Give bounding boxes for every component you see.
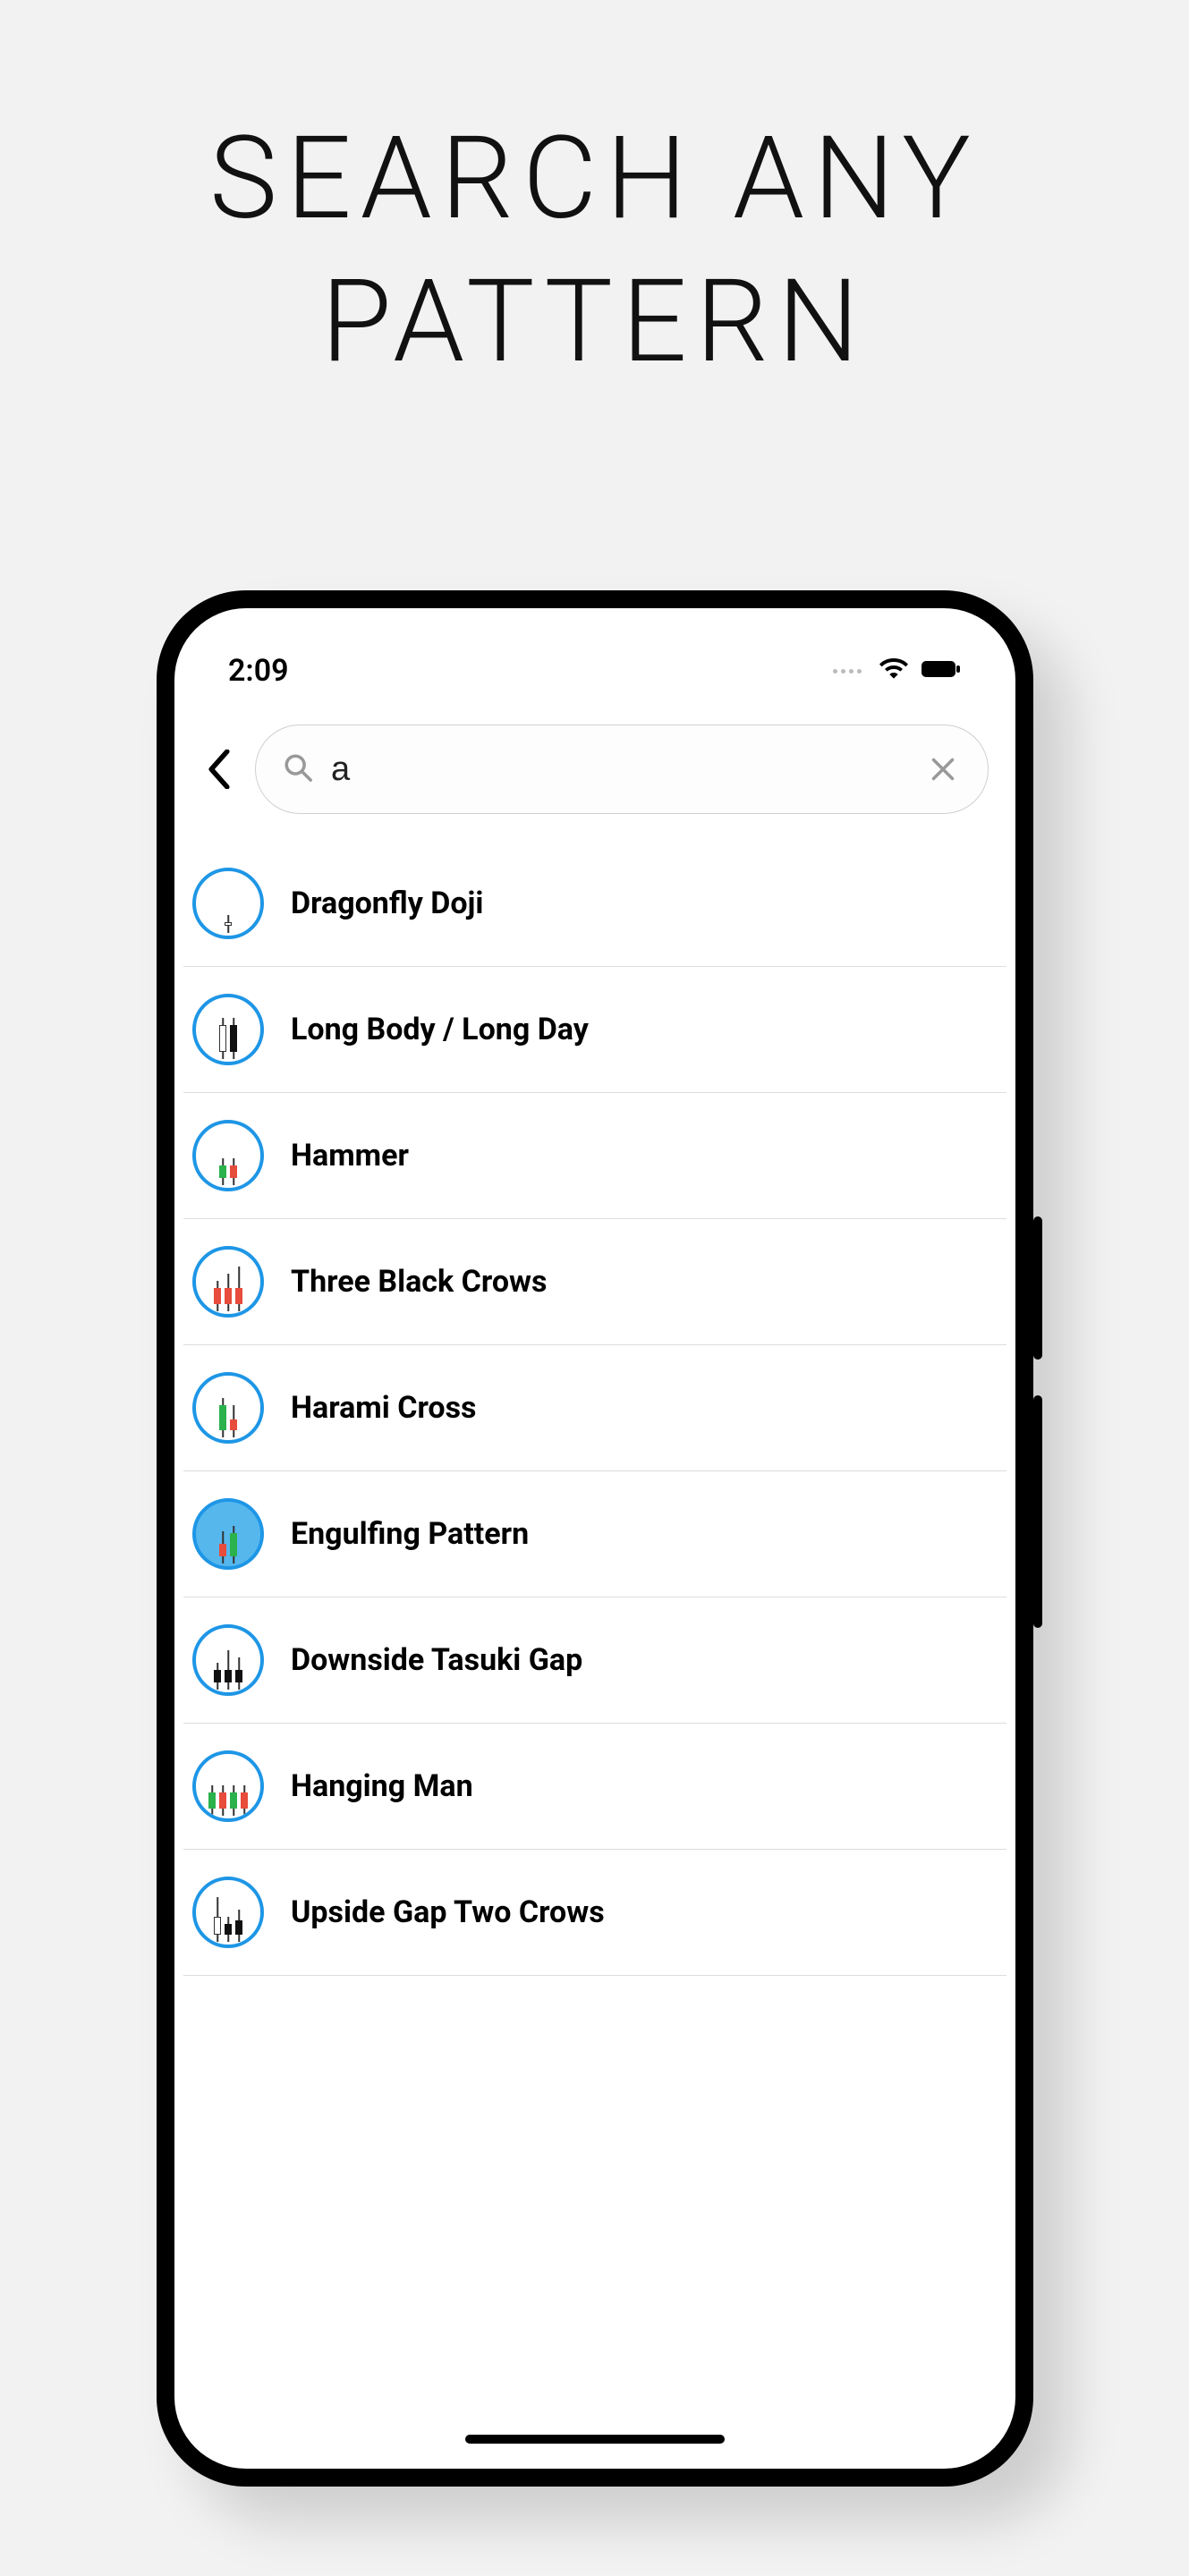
hammer-icon <box>192 1120 264 1191</box>
list-item-label: Hammer <box>291 1138 409 1174</box>
headline-line-2: PATTERN <box>0 250 1189 394</box>
list-item-label: Engulfing Pattern <box>291 1516 529 1552</box>
engulfing-icon <box>192 1498 264 1570</box>
list-item[interactable]: Engulfing Pattern <box>183 1471 1006 1597</box>
list-item-label: Long Body / Long Day <box>291 1012 589 1047</box>
battery-icon <box>921 658 962 683</box>
promo-headline: SEARCH ANY PATTERN <box>0 107 1189 394</box>
upside-gap-two-crows-icon <box>192 1877 264 1948</box>
list-item-label: Upside Gap Two Crows <box>291 1894 605 1930</box>
chevron-left-icon <box>207 750 232 789</box>
search-row <box>174 707 1015 832</box>
status-time: 2:09 <box>228 653 289 689</box>
three-black-crows-icon <box>192 1246 264 1318</box>
list-item[interactable]: Long Body / Long Day <box>183 967 1006 1093</box>
list-item-label: Harami Cross <box>291 1390 477 1426</box>
harami-cross-icon <box>192 1372 264 1444</box>
list-item[interactable]: Harami Cross <box>183 1345 1006 1471</box>
search-input[interactable] <box>331 750 907 789</box>
list-item[interactable]: Hammer <box>183 1093 1006 1219</box>
search-icon <box>283 752 313 786</box>
headline-line-1: SEARCH ANY <box>0 107 1189 250</box>
wifi-icon <box>879 655 908 687</box>
list-item[interactable]: Dragonfly Doji <box>183 841 1006 967</box>
tasuki-gap-icon <box>192 1624 264 1696</box>
phone-screen: 2:09 <box>174 608 1015 2469</box>
home-indicator <box>465 2435 725 2444</box>
list-item-label: Dragonfly Doji <box>291 886 483 921</box>
close-icon <box>930 757 955 782</box>
long-body-icon <box>192 994 264 1065</box>
status-bar: 2:09 <box>174 608 1015 707</box>
list-item[interactable]: Three Black Crows <box>183 1219 1006 1345</box>
back-button[interactable] <box>192 738 246 801</box>
list-item-label: Hanging Man <box>291 1768 473 1804</box>
dragonfly-doji-icon <box>192 868 264 939</box>
list-item[interactable]: Upside Gap Two Crows <box>183 1850 1006 1976</box>
signal-icon <box>833 669 862 674</box>
list-item-label: Downside Tasuki Gap <box>291 1642 582 1678</box>
clear-search-button[interactable] <box>925 751 961 787</box>
results-list: Dragonfly Doji Long Body / Long Day Hammer… <box>174 832 1015 1976</box>
status-icons <box>833 655 962 687</box>
hanging-man-icon <box>192 1750 264 1822</box>
phone-frame: 2:09 <box>157 590 1033 2487</box>
list-item[interactable]: Downside Tasuki Gap <box>183 1597 1006 1724</box>
search-field[interactable] <box>255 724 989 814</box>
list-item-label: Three Black Crows <box>291 1264 547 1300</box>
list-item[interactable]: Hanging Man <box>183 1724 1006 1850</box>
